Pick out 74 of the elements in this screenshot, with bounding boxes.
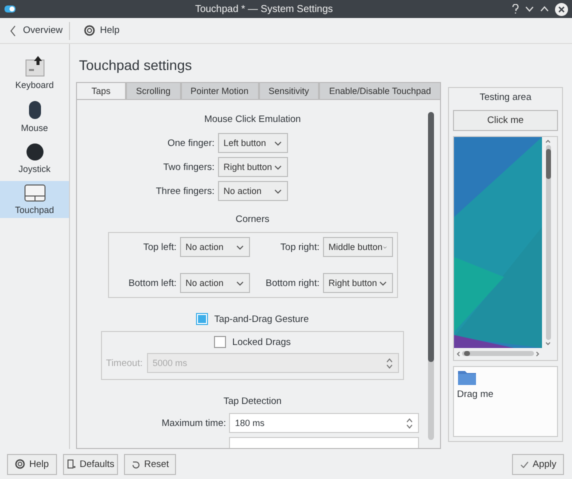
- section-heading: Tap Detection: [223, 396, 282, 407]
- lifebuoy-icon: [15, 459, 26, 469]
- scroll-thumb[interactable]: [464, 351, 470, 356]
- field-label: Timeout:: [106, 358, 143, 368]
- scroll-thumb[interactable]: [546, 148, 550, 179]
- help-button[interactable]: Help: [7, 454, 57, 474]
- defaults-button[interactable]: Defaults: [63, 454, 118, 474]
- sidebar-item[interactable]: Mouse: [0, 97, 69, 136]
- scrollbar[interactable]: [428, 112, 434, 440]
- dropdown[interactable]: No action: [218, 181, 288, 201]
- reset-button[interactable]: Reset: [124, 454, 176, 474]
- chevron-down-icon: [274, 188, 282, 194]
- tab[interactable]: Scrolling: [126, 82, 181, 99]
- dropdown[interactable]: No action: [180, 237, 250, 257]
- field-label: Two fingers:: [162, 162, 214, 172]
- scroll-down-icon[interactable]: [545, 342, 551, 346]
- spin-arrows-icon: [406, 418, 413, 428]
- ball-icon: [26, 143, 44, 161]
- spin-field[interactable]: 180 ms: [229, 413, 419, 433]
- chevron-down-icon: [378, 280, 386, 286]
- field-label: Three fingers:: [154, 186, 214, 196]
- maximize-icon[interactable]: [540, 6, 549, 12]
- folder-icon: [457, 370, 477, 386]
- tap-and-drag-checkbox[interactable]: Tap-and-Drag Gesture: [190, 312, 315, 326]
- help-icon[interactable]: [512, 4, 519, 14]
- undo-icon: [131, 460, 140, 468]
- dropdown[interactable]: Left button: [218, 133, 288, 153]
- section-heading: Mouse Click Emulation: [204, 114, 301, 125]
- dropdown[interactable]: No action: [180, 273, 250, 293]
- scroll-right-icon[interactable]: [536, 350, 540, 357]
- dropdown[interactable]: Right button: [218, 157, 288, 177]
- field-label: Maximum time:: [160, 418, 226, 428]
- overview-button[interactable]: Overview: [0, 22, 70, 40]
- drag-me-item[interactable]: Drag me: [457, 370, 497, 400]
- document-icon: [66, 459, 76, 469]
- window-title: Touchpad * — System Settings: [194, 4, 334, 14]
- chevron-down-icon: [236, 280, 244, 286]
- tab[interactable]: Taps: [76, 82, 126, 99]
- chevron-down-icon: [274, 140, 282, 146]
- app-icon: [4, 5, 16, 13]
- minimize-icon[interactable]: [525, 6, 534, 12]
- sidebar-item[interactable]: Touchpad: [0, 181, 69, 218]
- field-label: Top right:: [279, 242, 320, 252]
- page-title: Touchpad settings: [79, 57, 193, 73]
- field-label: Bottom left:: [127, 278, 176, 288]
- tab[interactable]: Enable/Disable Touchpad: [319, 82, 441, 99]
- lifebuoy-icon: [84, 25, 95, 36]
- tab[interactable]: Sensitivity: [258, 82, 320, 99]
- locked-drags-checkbox[interactable]: Locked Drags: [208, 335, 297, 349]
- help-button[interactable]: Help: [78, 24, 126, 37]
- touchpad-icon: [24, 184, 46, 202]
- close-icon[interactable]: [555, 2, 568, 16]
- apply-button[interactable]: Apply: [512, 454, 564, 474]
- dropdown[interactable]: Middle button: [322, 237, 392, 257]
- tab[interactable]: Pointer Motion: [180, 82, 259, 99]
- scroll-thumb[interactable]: [428, 112, 434, 362]
- checkmark-icon: [520, 460, 529, 468]
- sidebar-item[interactable]: Joystick: [0, 140, 69, 177]
- click-me-button[interactable]: Click me: [453, 110, 558, 131]
- chevron-down-icon: [236, 244, 244, 250]
- scroll-left-icon[interactable]: [456, 350, 460, 357]
- keyboard-key-icon: [24, 55, 44, 77]
- spin-arrows-icon: [386, 358, 393, 368]
- field-label: One finger:: [166, 138, 214, 148]
- chevron-down-icon: [274, 164, 282, 170]
- sidebar-item[interactable]: Keyboard: [0, 52, 69, 93]
- back-icon: [10, 24, 16, 36]
- mouse-icon: [28, 100, 42, 120]
- panel-title: Testing area: [478, 92, 532, 103]
- field-label: Bottom right:: [264, 278, 320, 288]
- field-label: Top left:: [142, 242, 176, 252]
- scroll-up-icon[interactable]: [545, 138, 551, 143]
- section-heading: Corners: [236, 214, 270, 225]
- dropdown[interactable]: Right button: [322, 273, 392, 293]
